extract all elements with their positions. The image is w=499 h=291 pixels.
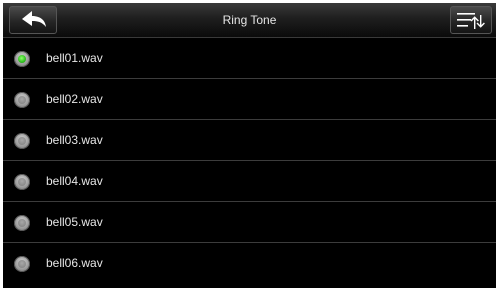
radio-button[interactable]	[14, 92, 30, 108]
back-arrow-icon	[22, 11, 46, 27]
back-button[interactable]	[9, 6, 57, 34]
list-item[interactable]: bell04.wav	[3, 161, 496, 202]
list-item-label: bell06.wav	[46, 256, 103, 270]
list-item-label: bell01.wav	[46, 51, 103, 65]
page-title: Ring Tone	[222, 13, 277, 27]
ring-tone-screen: Ring Tone bell01.wav bell02.wav bell03.w…	[3, 3, 496, 288]
radio-button[interactable]	[14, 51, 30, 67]
list-item[interactable]: bell02.wav	[3, 79, 496, 120]
radio-button[interactable]	[14, 256, 30, 272]
radio-button[interactable]	[14, 133, 30, 149]
list-item[interactable]: bell03.wav	[3, 120, 496, 161]
list-item-label: bell04.wav	[46, 174, 103, 188]
sort-menu-button[interactable]	[450, 6, 492, 34]
list-item[interactable]: bell01.wav	[3, 38, 496, 79]
sort-menu-icon	[457, 13, 485, 29]
ring-tone-list: bell01.wav bell02.wav bell03.wav bell04.…	[3, 38, 496, 284]
radio-button[interactable]	[14, 215, 30, 231]
radio-button[interactable]	[14, 174, 30, 190]
list-item-label: bell05.wav	[46, 215, 103, 229]
list-item[interactable]: bell05.wav	[3, 202, 496, 243]
header-bar: Ring Tone	[3, 3, 496, 38]
list-item[interactable]: bell06.wav	[3, 243, 496, 284]
list-item-label: bell03.wav	[46, 133, 103, 147]
list-item-label: bell02.wav	[46, 92, 103, 106]
